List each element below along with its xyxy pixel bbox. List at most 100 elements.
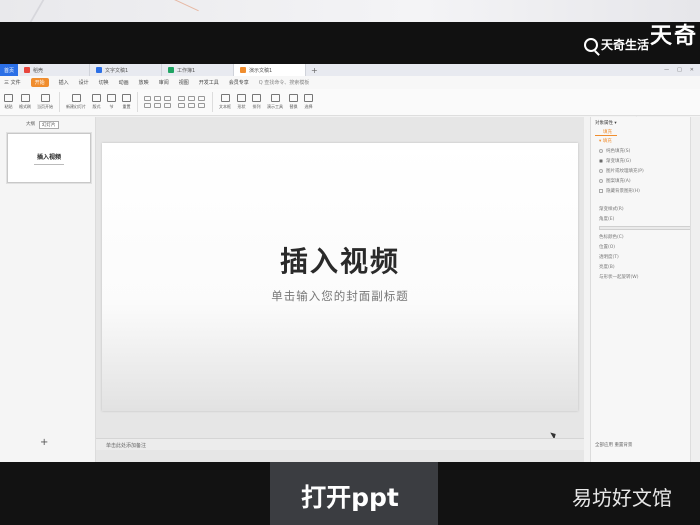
font-color-icon[interactable]	[144, 103, 151, 108]
menu-design[interactable]: 设计	[79, 79, 89, 86]
radio-icon	[599, 169, 603, 173]
reset-background-button[interactable]: 重置背景	[614, 443, 632, 448]
menu-review[interactable]: 审阅	[159, 79, 169, 86]
file-menu[interactable]: 三 文件	[4, 79, 21, 86]
paste-button[interactable]: 粘贴	[4, 94, 13, 110]
shape-button[interactable]: 形状	[237, 94, 246, 110]
bold-icon[interactable]	[144, 96, 151, 101]
section-button[interactable]: 节	[107, 94, 116, 110]
reset-button[interactable]: 重置	[122, 94, 131, 110]
brand-logo: 天奇生活	[584, 36, 649, 53]
workbook-icon	[168, 67, 174, 73]
tab-workbook[interactable]: 工作簿1	[162, 64, 234, 76]
paragraph-format-group[interactable]	[178, 96, 206, 108]
tab-presentation[interactable]: 演示文稿1	[234, 64, 306, 76]
current-slide[interactable]: 插入视频 单击输入您的封面副标题	[102, 143, 578, 411]
divider	[212, 92, 213, 112]
brand-name: 天奇生活	[601, 38, 650, 52]
reset-icon	[122, 94, 131, 102]
menu-insert[interactable]: 插入	[59, 79, 69, 86]
layout-button[interactable]: 版式	[92, 94, 101, 110]
properties-header[interactable]: 对象属性 ▾	[591, 117, 700, 129]
menu-view[interactable]: 视图	[179, 79, 189, 86]
tab-outline[interactable]: 大纲	[26, 121, 35, 129]
align-center-icon[interactable]	[188, 103, 195, 108]
background-desk	[0, 0, 700, 22]
play-from-current-button[interactable]: 当页开始	[37, 94, 53, 110]
menu-transition[interactable]: 切换	[99, 79, 109, 86]
select-button[interactable]: 选择	[304, 94, 313, 110]
tab-docer[interactable]: 稻壳	[18, 64, 90, 76]
thumbnail-title: 插入视频	[36, 153, 61, 161]
angle-label: 角度(E)	[599, 217, 615, 222]
slide-subtitle[interactable]: 单击输入您的封面副标题	[271, 288, 409, 304]
align-left-icon[interactable]	[178, 103, 185, 108]
gradient-style-label: 渐变样式(R)	[599, 207, 624, 212]
object-properties-panel: 对象属性 ▾ 填充 ▾ 填充 纯色填充(S) 渐变填充(G) 图片或纹理填充(P…	[590, 117, 700, 462]
fill-section[interactable]: ▾ 填充	[591, 136, 700, 146]
shadow-icon[interactable]	[154, 103, 161, 108]
tab-fill[interactable]: 填充	[595, 129, 617, 136]
notes-area[interactable]: 单击此处添加备注	[96, 438, 584, 450]
slide-title[interactable]: 插入视频	[280, 240, 400, 280]
brightness-label: 亮度(B)	[599, 265, 615, 270]
close-icon[interactable]: ✕	[690, 67, 694, 73]
slide-panel-tabs: 大纲 幻灯片	[0, 117, 95, 129]
presentation-icon	[240, 67, 246, 73]
italic-icon[interactable]	[154, 96, 161, 101]
numbering-icon[interactable]	[188, 96, 195, 101]
radio-selected-icon	[599, 159, 603, 163]
home-tab[interactable]: 首页	[0, 64, 18, 76]
new-slide-button[interactable]: 新建幻灯片	[66, 94, 86, 110]
presentation-tools-button[interactable]: 演示工具	[267, 94, 283, 110]
brush-icon	[20, 94, 30, 102]
gradient-slider[interactable]	[599, 226, 692, 230]
option-solid[interactable]: 纯色填充(S)	[591, 146, 700, 156]
align-right-icon[interactable]	[198, 103, 205, 108]
indent-icon[interactable]	[198, 96, 205, 101]
menu-developer[interactable]: 开发工具	[199, 79, 219, 86]
select-icon	[304, 94, 313, 102]
layout-icon	[92, 94, 101, 102]
slide-editor: 插入视频 单击输入您的封面副标题 单击此处添加备注	[96, 117, 584, 462]
textbox-icon	[220, 94, 230, 102]
menu-animation[interactable]: 动画	[119, 79, 129, 86]
title-bar: 首页 稻壳 文字文稿1 工作簿1 演示文稿1 + — □ ✕	[0, 64, 700, 76]
command-search[interactable]: Q 查找命令、搜索模板	[259, 79, 310, 86]
divider	[59, 92, 60, 112]
underline-icon[interactable]	[164, 96, 171, 101]
app-window: 首页 稻壳 文字文稿1 工作簿1 演示文稿1 + — □ ✕ 三 文件 开始 插…	[0, 64, 700, 462]
rotate-with-shape[interactable]: 与形状一起旋转(W)	[591, 272, 700, 282]
apply-all-button[interactable]: 全部应用	[595, 443, 613, 448]
replace-button[interactable]: 替换	[289, 94, 298, 110]
option-pattern[interactable]: 图案填充(A)	[591, 176, 700, 186]
slide-panel: 大纲 幻灯片 插入视频 +	[0, 117, 96, 462]
tab-slides[interactable]: 幻灯片	[39, 121, 59, 129]
menu-slideshow[interactable]: 放映	[139, 79, 149, 86]
option-picture[interactable]: 图片或纹理填充(P)	[591, 166, 700, 176]
bullets-icon[interactable]	[178, 96, 185, 101]
checkbox-icon	[599, 189, 603, 193]
transparency-label: 透明度(T)	[599, 255, 619, 260]
font-format-group[interactable]	[144, 96, 172, 108]
format-painter-button[interactable]: 格式刷	[19, 94, 31, 110]
strikethrough-icon[interactable]	[164, 103, 171, 108]
arrange-button[interactable]: 排列	[252, 94, 261, 110]
option-gradient[interactable]: 渐变填充(G)	[591, 156, 700, 166]
desk-decoration-line	[171, 0, 199, 12]
presentation-tools-icon	[270, 94, 280, 102]
option-hide-bg[interactable]: 隐藏背景图形(H)	[591, 186, 700, 196]
new-tab-button[interactable]: +	[306, 66, 323, 75]
new-slide-icon	[71, 94, 81, 102]
textbox-button[interactable]: 文本框	[219, 94, 231, 110]
docer-icon	[24, 67, 30, 73]
maximize-icon[interactable]: □	[677, 67, 682, 73]
tab-document[interactable]: 文字文稿1	[90, 64, 162, 76]
menu-bar: 三 文件 开始 插入 设计 切换 动画 放映 审阅 视图 开发工具 会员专享 Q…	[0, 76, 700, 462]
menu-member[interactable]: 会员专享	[229, 79, 249, 86]
radio-icon	[599, 149, 603, 153]
slide-thumbnail[interactable]: 插入视频	[7, 133, 91, 183]
add-slide-button[interactable]: +	[40, 437, 48, 448]
menu-start[interactable]: 开始	[30, 78, 49, 87]
minimize-icon[interactable]: —	[664, 67, 669, 73]
